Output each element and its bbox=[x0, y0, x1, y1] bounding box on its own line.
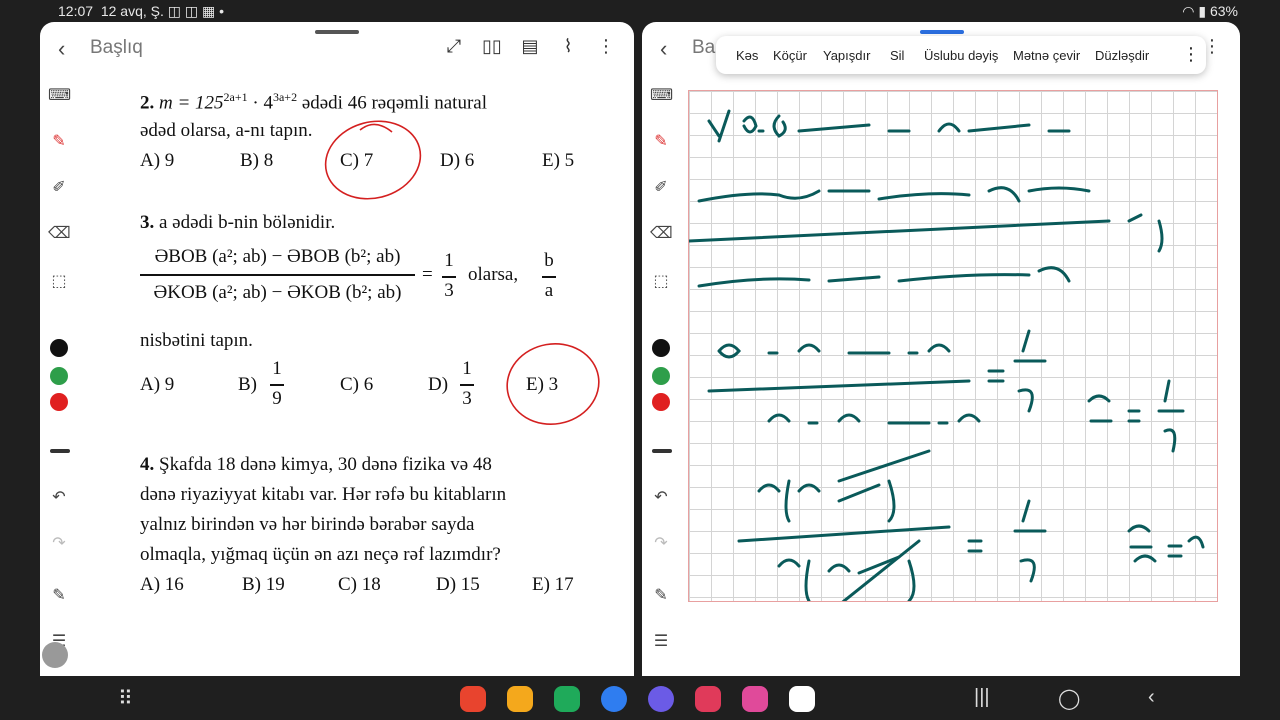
phone-app-icon[interactable] bbox=[554, 686, 580, 712]
menu-convert-to-text[interactable]: Mətnə çevir bbox=[1013, 48, 1080, 63]
clock: 12:07 bbox=[58, 3, 94, 19]
step-3-result bbox=[967, 499, 1047, 583]
back-nav-icon[interactable]: ‹ bbox=[1148, 686, 1155, 709]
keyboard-icon[interactable]: ⌨ bbox=[650, 85, 673, 107]
camera-app-icon[interactable] bbox=[695, 686, 721, 712]
status-bar: 12:07 12 avq, Ş. ◫ ◫ ▦ • ◠ ▮ 63% bbox=[0, 0, 1280, 22]
step-3-numerator bbox=[757, 479, 896, 523]
wifi-icon: ◠ bbox=[1182, 3, 1195, 19]
home-icon[interactable]: ◯ bbox=[1058, 686, 1080, 711]
gallery-app-icon[interactable] bbox=[742, 686, 768, 712]
lasso-select-icon[interactable]: ⬚ bbox=[650, 271, 672, 293]
main-fraction-line bbox=[687, 219, 1111, 243]
recents-icon[interactable]: ||| bbox=[974, 686, 990, 709]
red-annotations bbox=[42, 120, 600, 668]
highlighter-icon[interactable]: ✐ bbox=[650, 177, 672, 199]
exponent-mark bbox=[1127, 213, 1164, 253]
handwriting-canvas[interactable] bbox=[687, 90, 1218, 623]
system-navbar: ⠿ ||| ◯ ‹ bbox=[0, 676, 1280, 720]
apps-grid-icon[interactable]: ⠿ bbox=[118, 686, 133, 711]
note-title[interactable]: Ba bbox=[692, 37, 715, 59]
left-note-window: ‹ Başlıq ⤢ ▯▯ ▤ ⌇ ⋮ ⌨ ✎ ✐ ⌫ ⬚ ↶ ↷ ✎ ☰ 2.… bbox=[40, 22, 634, 676]
drag-handle-active[interactable] bbox=[920, 30, 964, 34]
notes-app-icon[interactable] bbox=[460, 686, 486, 712]
step-2-denominator bbox=[767, 413, 981, 425]
signal-icon: ▮ bbox=[1198, 3, 1207, 19]
selection-context-menu: Kəs Köçür Yapışdır Sil Üslubu dəyiş Mətn… bbox=[716, 36, 1206, 74]
menu-more-icon[interactable]: ⋮ bbox=[1182, 44, 1200, 65]
pen-cursor bbox=[42, 642, 68, 668]
battery-level: 63% bbox=[1209, 3, 1238, 19]
color-red[interactable] bbox=[652, 393, 670, 411]
menu-paste[interactable]: Yapışdır bbox=[823, 48, 870, 63]
right-note-window: ‹ Ba ⋮ ⌨ ✎ ✐ ⌫ ⬚ ↶ ↷ ✎ ☰ bbox=[642, 22, 1240, 676]
step-2-numerator bbox=[717, 343, 951, 359]
toolbar-settings-icon[interactable]: ☰ bbox=[650, 631, 672, 653]
step-2-result bbox=[987, 329, 1047, 413]
redo-icon[interactable]: ↷ bbox=[650, 533, 672, 555]
back-icon[interactable]: ‹ bbox=[660, 36, 667, 62]
stroke-width[interactable] bbox=[652, 449, 672, 453]
right-tool-rail: ⌨ ✎ ✐ ⌫ ⬚ ↶ ↷ ✎ ☰ bbox=[642, 77, 680, 676]
color-green[interactable] bbox=[652, 367, 670, 385]
final-b-over-a bbox=[1127, 524, 1205, 563]
menu-straighten[interactable]: Düzləşdir bbox=[1095, 48, 1149, 63]
circle-tail bbox=[359, 123, 393, 133]
undo-icon[interactable]: ↶ bbox=[650, 487, 672, 509]
menu-copy[interactable]: Köçür bbox=[773, 48, 807, 63]
messages-app-icon[interactable] bbox=[601, 686, 627, 712]
menu-change-style[interactable]: Üslubu dəyiş bbox=[924, 48, 998, 63]
eraser-icon[interactable]: ⌫ bbox=[650, 223, 673, 245]
handwritten-solution bbox=[687, 109, 1205, 623]
circle-answer-c bbox=[324, 120, 422, 200]
browser-app-icon[interactable] bbox=[648, 686, 674, 712]
pen-settings-icon[interactable]: ✎ bbox=[650, 585, 672, 607]
pen-icon[interactable]: ✎ bbox=[650, 131, 672, 153]
play-store-icon[interactable] bbox=[789, 686, 815, 712]
color-black[interactable] bbox=[652, 339, 670, 357]
circle-answer-e bbox=[506, 343, 600, 425]
denominator-scribble bbox=[697, 266, 1071, 288]
files-app-icon[interactable] bbox=[507, 686, 533, 712]
menu-cut[interactable]: Kəs bbox=[736, 48, 758, 63]
menu-delete[interactable]: Sil bbox=[890, 48, 904, 63]
step-3-fraction-line bbox=[737, 525, 951, 543]
step-a-over-b bbox=[1087, 379, 1185, 453]
date: 12 avq, Ş. bbox=[100, 3, 164, 19]
notification-icons: ◫ ◫ ▦ • bbox=[167, 3, 225, 19]
step-2-fraction-line bbox=[707, 379, 971, 393]
step-3-denominator bbox=[777, 555, 916, 603]
line-condition-1 bbox=[707, 109, 787, 143]
numerator-scribble bbox=[697, 186, 1091, 203]
line-condition-2 bbox=[797, 122, 1071, 133]
